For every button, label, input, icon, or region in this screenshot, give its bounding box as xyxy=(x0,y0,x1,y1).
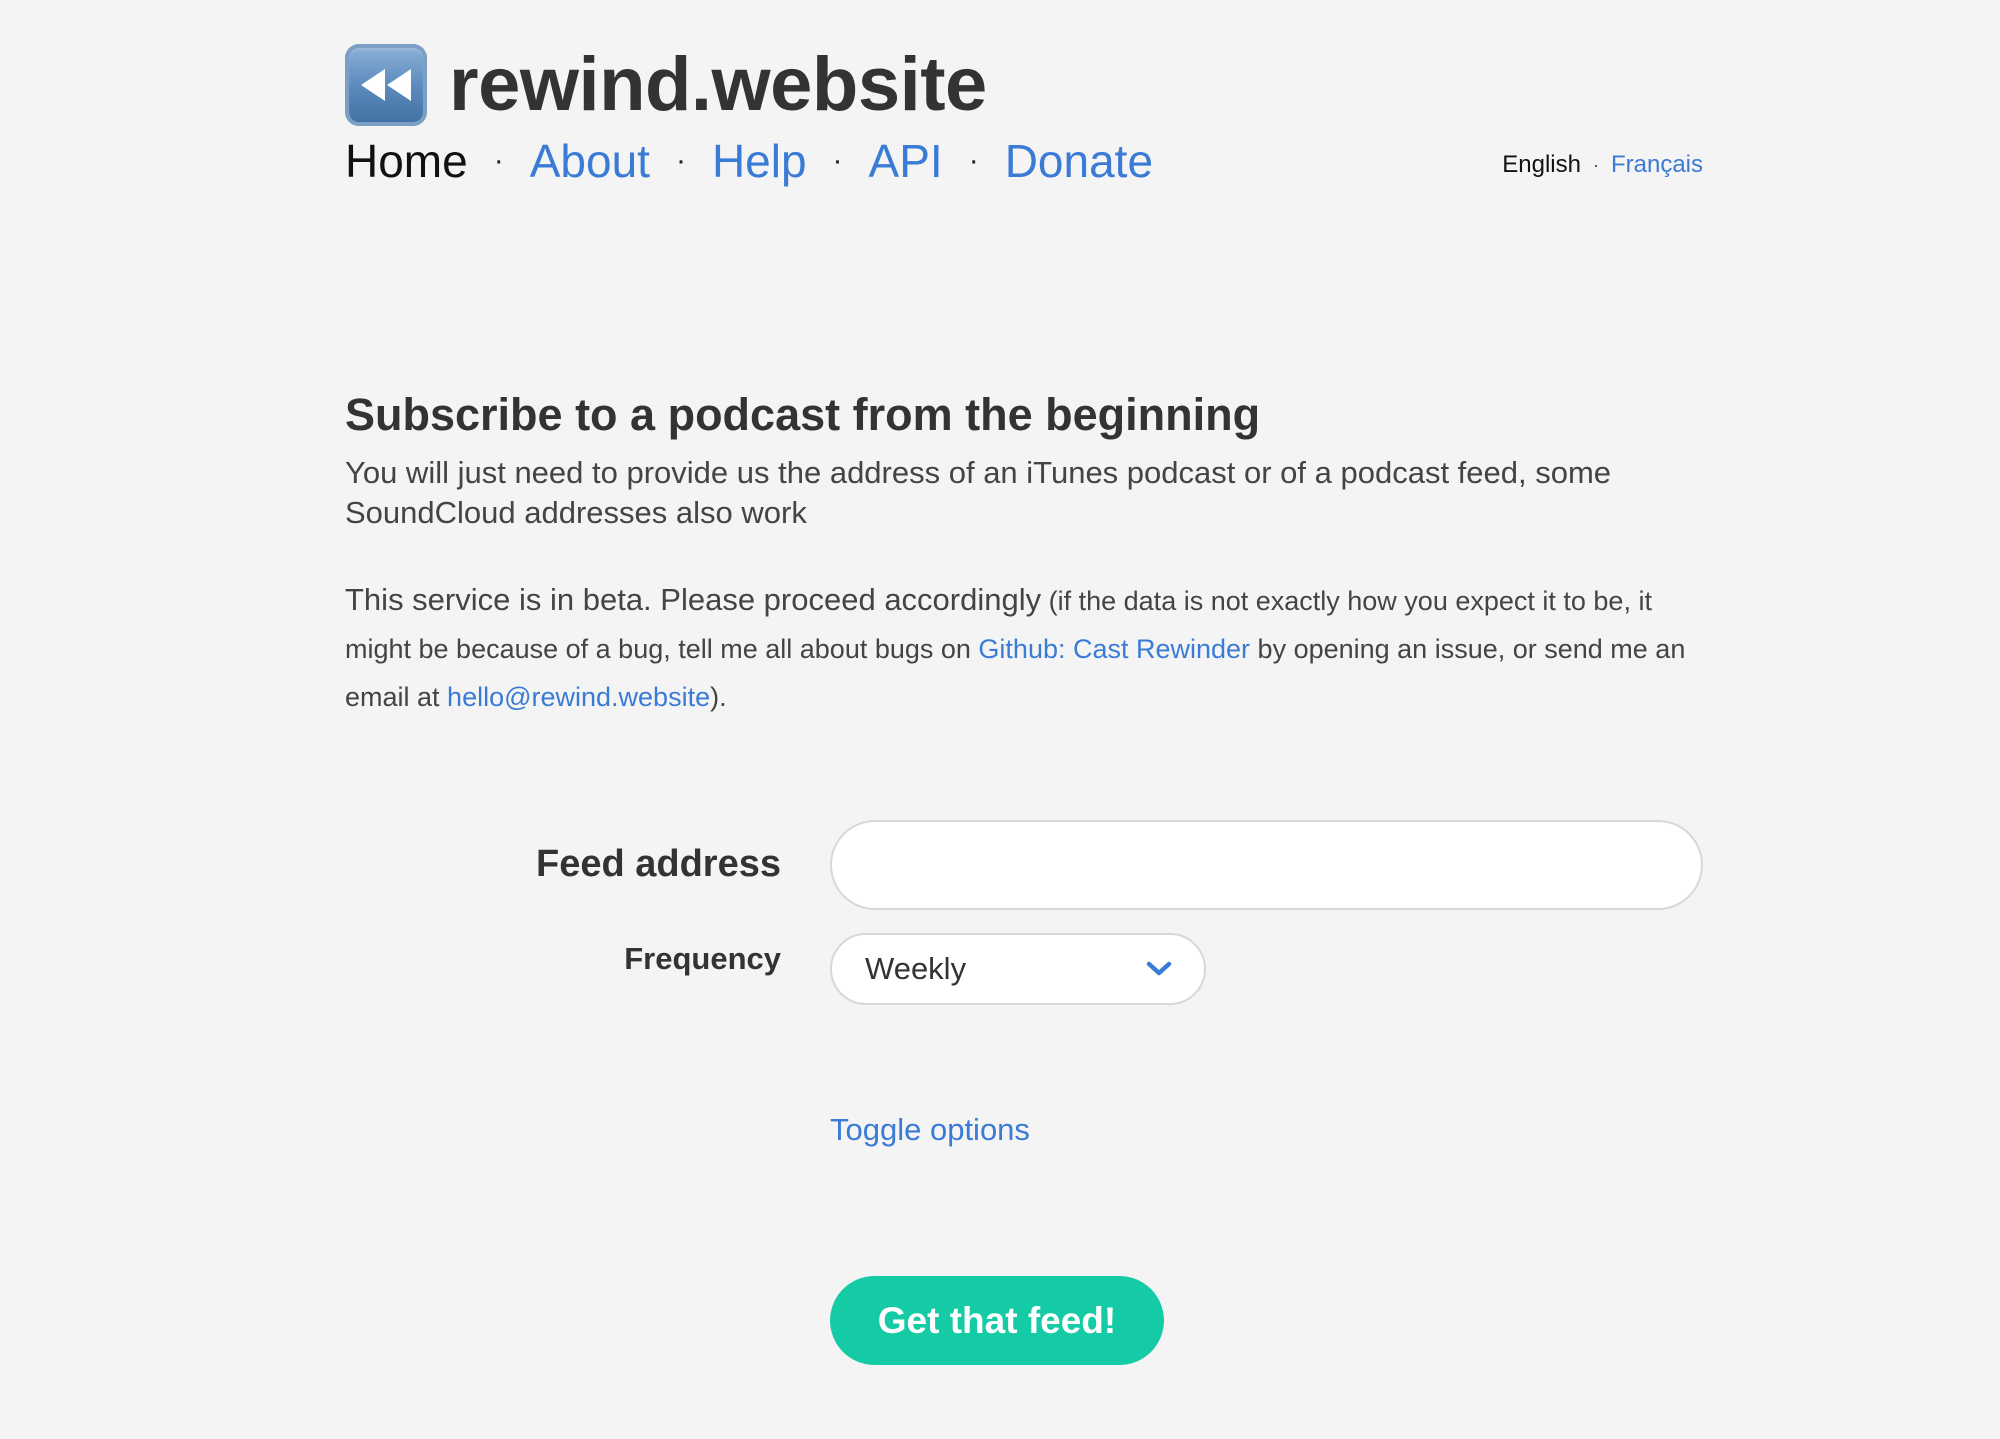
beta-main-text: This service is in beta. Please proceed … xyxy=(345,582,1042,617)
intro: Subscribe to a podcast from the beginnin… xyxy=(345,385,1703,533)
language-french[interactable]: Français xyxy=(1611,153,1703,177)
intro-text: You will just need to provide us the add… xyxy=(345,455,1612,530)
nav-help[interactable]: Help xyxy=(712,138,807,184)
page: rewind.website Home · About · Help · API… xyxy=(0,0,2000,1439)
page-heading: Subscribe to a podcast from the beginnin… xyxy=(345,389,1261,440)
nav-separator: · xyxy=(493,144,504,177)
nav-donate[interactable]: Donate xyxy=(1005,138,1153,184)
nav-home[interactable]: Home xyxy=(345,138,468,184)
language-switcher: English · Français xyxy=(1502,153,1703,177)
frequency-value: Weekly xyxy=(865,951,967,986)
frequency-label: Frequency xyxy=(624,941,781,976)
rewind-icon xyxy=(345,44,427,126)
github-link[interactable]: Github: Cast Rewinder xyxy=(978,634,1250,664)
main-nav: Home · About · Help · API · Donate xyxy=(345,138,1153,184)
brand[interactable]: rewind.website xyxy=(345,40,1703,130)
nav-about[interactable]: About xyxy=(530,138,650,184)
beta-text-part3: ). xyxy=(710,682,727,712)
chevron-down-icon xyxy=(1144,959,1174,979)
get-feed-button[interactable]: Get that feed! xyxy=(830,1276,1164,1365)
nav-separator: · xyxy=(832,144,843,177)
language-separator: · xyxy=(1592,155,1599,175)
language-english[interactable]: English xyxy=(1502,153,1581,177)
email-link[interactable]: hello@rewind.website xyxy=(447,682,710,712)
frequency-select[interactable]: Weekly xyxy=(830,933,1206,1005)
beta-notice: This service is in beta. Please proceed … xyxy=(345,576,1703,721)
site-title: rewind.website xyxy=(449,42,987,127)
toggle-options-link[interactable]: Toggle options xyxy=(830,1110,1030,1150)
nav-separator: · xyxy=(675,144,686,177)
nav-api[interactable]: API xyxy=(869,138,943,184)
feed-address-label: Feed address xyxy=(536,843,781,885)
feed-address-input[interactable] xyxy=(830,820,1703,910)
header: rewind.website Home · About · Help · API… xyxy=(345,40,1703,184)
nav-separator: · xyxy=(968,144,979,177)
